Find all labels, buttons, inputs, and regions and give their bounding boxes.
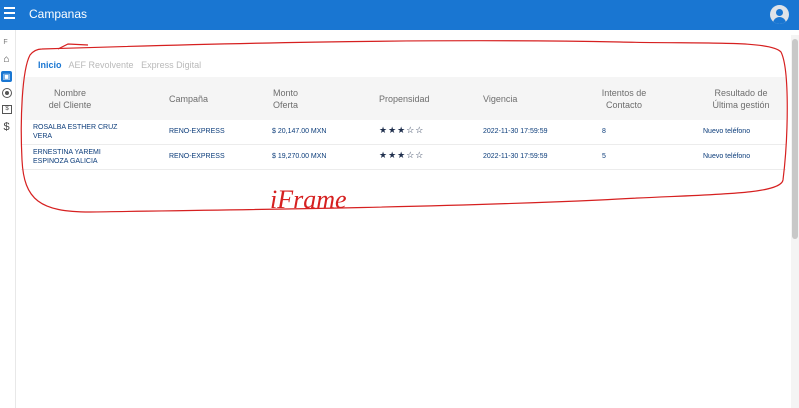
scrollbar[interactable] <box>791 35 799 408</box>
tab-aef-revolvente[interactable]: AEF Revolvente <box>69 60 134 70</box>
campaign-name: RENO-EXPRESS <box>169 128 225 135</box>
campaigns-icon[interactable]: ▣ <box>1 71 12 82</box>
contact-attempts: 5 <box>602 153 606 160</box>
header-resultado: Resultado de Última gestión <box>712 88 770 110</box>
header-intentos: Intentos de Contacto <box>601 88 647 110</box>
radio-icon[interactable] <box>2 88 12 98</box>
last-result: Nuevo teléfono <box>703 128 751 135</box>
header-nombre: Nombre del Cliente <box>48 88 92 110</box>
offer-amount: $ 19,270.00 MXN <box>272 153 327 160</box>
propensity-stars: ★★★☆☆ <box>379 125 425 135</box>
client-name: ERNESTINA YAREMI ESPINOZA GALICIA <box>33 149 101 165</box>
contact-attempts: 8 <box>602 128 606 135</box>
menu-icon[interactable] <box>4 7 16 21</box>
header-propensidad: Propensidad <box>379 94 430 104</box>
tab-bar: Inicio AEF Revolvente Express Digital <box>38 60 206 70</box>
app-title: Campanas <box>29 7 88 21</box>
campaign-name: RENO-EXPRESS <box>169 153 225 160</box>
account-avatar-icon[interactable] <box>770 5 789 24</box>
dollar-icon[interactable]: $ <box>1 122 12 133</box>
last-result: Nuevo teléfono <box>703 153 751 160</box>
table-header: Nombre del Cliente Campaña Monto Oferta Pr… <box>21 77 786 120</box>
annotation-label: iFrame <box>270 185 347 214</box>
sidebar-letter: F <box>3 39 8 46</box>
table-row[interactable]: ROSALBA ESTHER CRUZ VERA RENO-EXPRESS $ 2… <box>21 120 786 145</box>
bill-icon[interactable]: $ <box>2 105 12 114</box>
vigencia-date: 2022-11-30 17:59:59 <box>483 153 548 160</box>
offer-amount: $ 20,147.00 MXN <box>272 128 327 135</box>
propensity-stars: ★★★☆☆ <box>379 150 425 160</box>
header-vigencia: Vigencia <box>483 94 518 104</box>
header-monto: Monto Oferta <box>273 88 299 110</box>
vigencia-date: 2022-11-30 17:59:59 <box>483 128 548 135</box>
table-row[interactable]: ERNESTINA YAREMI ESPINOZA GALICIA RENO-EX… <box>21 145 786 170</box>
sidebar: F ⌂ ▣ $ $ <box>0 30 16 408</box>
tab-express-digital[interactable]: Express Digital <box>141 60 201 70</box>
home-icon[interactable]: ⌂ <box>1 54 12 65</box>
client-name: ROSALBA ESTHER CRUZ VERA <box>33 124 118 140</box>
annotation-stroke <box>57 43 89 50</box>
app-bar: Campanas <box>0 0 799 30</box>
campaign-table: Nombre del Cliente Campaña Monto Oferta Pr… <box>21 77 786 170</box>
tab-inicio[interactable]: Inicio <box>38 60 62 70</box>
header-campana: Campaña <box>169 94 209 104</box>
